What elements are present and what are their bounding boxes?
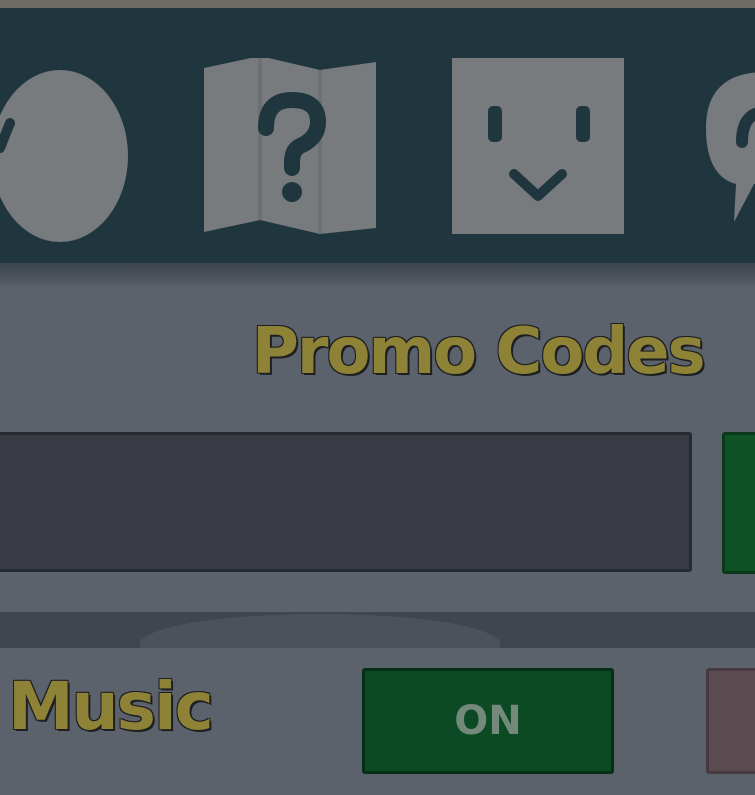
face-icon[interactable] — [452, 58, 624, 234]
top-border — [0, 0, 755, 8]
promo-submit-button[interactable] — [722, 432, 755, 574]
promo-codes-title: Promo Codes — [252, 315, 706, 389]
section-divider — [0, 612, 755, 648]
settings-screen: Promo Codes Music ON — [0, 0, 755, 795]
music-label: Music — [8, 668, 214, 745]
egg-icon[interactable] — [0, 48, 130, 243]
toolbar-shadow — [0, 263, 755, 285]
music-off-button[interactable] — [706, 668, 755, 774]
promo-code-input[interactable] — [0, 432, 692, 572]
chat-icon[interactable] — [706, 72, 755, 232]
map-help-icon[interactable] — [200, 58, 380, 236]
divider-highlight — [140, 614, 500, 648]
music-on-button[interactable]: ON — [362, 668, 614, 774]
